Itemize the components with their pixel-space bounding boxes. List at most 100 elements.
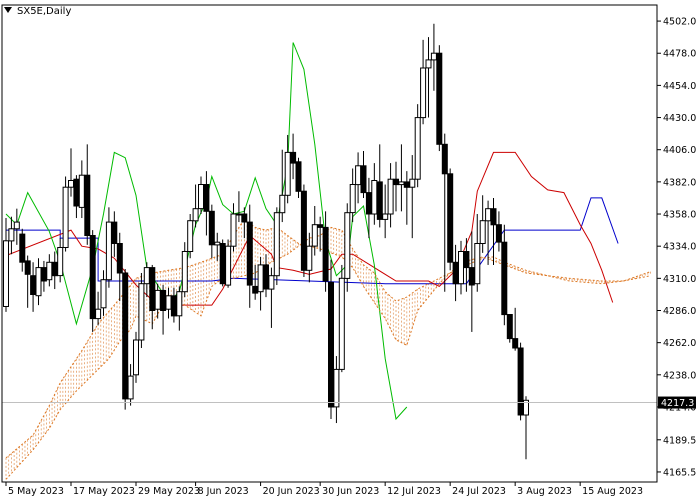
candle-bull xyxy=(268,275,275,290)
candle-bear xyxy=(24,260,31,275)
candle-bull xyxy=(355,165,362,186)
candle-bull xyxy=(333,368,340,408)
candle-bull xyxy=(214,241,221,246)
candle-bear xyxy=(441,143,448,175)
candle-bull xyxy=(382,213,389,220)
candle-bear xyxy=(84,174,91,236)
candle-bull xyxy=(474,243,481,285)
candle-bear xyxy=(517,347,524,416)
candle-bull xyxy=(398,181,405,186)
chart: 4502.0 4478.0 4454.0 4430.0 4406.0 4382.0 4358… xyxy=(0,0,700,500)
candle-bear xyxy=(512,338,519,349)
candle-bear xyxy=(208,210,215,246)
candle-bear xyxy=(468,267,475,286)
candle-bear xyxy=(501,241,508,316)
candle-bear xyxy=(403,181,410,188)
candle-bull xyxy=(458,251,464,285)
candle-bear xyxy=(149,267,156,312)
price-tag-label: 4217.3 xyxy=(661,398,694,409)
candle-bear xyxy=(452,261,459,285)
candle-bear xyxy=(170,295,177,317)
candle-bear xyxy=(89,235,96,320)
candle-bear xyxy=(73,178,80,207)
candle-bear xyxy=(30,275,37,296)
x-tick-label: 24 Jul 2023 xyxy=(452,486,506,497)
x-tick-label: 20 Jun 2023 xyxy=(263,486,320,497)
candle-bear xyxy=(122,272,129,400)
candle-bull xyxy=(225,245,232,286)
candle-bear xyxy=(495,224,502,243)
x-tick-label: 12 Jul 2023 xyxy=(387,486,441,497)
candle-bear xyxy=(295,161,302,192)
candle-bull xyxy=(257,264,264,293)
candle-bull xyxy=(409,178,416,188)
candle-bull xyxy=(371,180,378,215)
candle-bear xyxy=(203,184,210,212)
candle-bull xyxy=(68,180,74,188)
candle-bull xyxy=(187,220,194,252)
y-tick-label: 4502.0 xyxy=(663,17,696,28)
x-tick-label: 17 May 2023 xyxy=(73,486,135,497)
y-tick-label: 4238.0 xyxy=(663,370,696,381)
candle-bear xyxy=(322,226,329,282)
candle-bull xyxy=(430,52,437,61)
candle-bear xyxy=(19,233,26,263)
candle-bear xyxy=(376,181,383,220)
candle-bull xyxy=(13,221,20,230)
candle-bull xyxy=(349,184,356,214)
candle-bear xyxy=(447,173,454,263)
candle-bull xyxy=(414,117,421,180)
candles xyxy=(3,23,529,460)
candle-bear xyxy=(160,289,167,311)
x-tick-label: 15 Aug 2023 xyxy=(582,486,643,497)
y-tick-label: 4382.0 xyxy=(663,177,696,188)
candle-bull xyxy=(154,289,161,310)
candle-bear xyxy=(241,213,248,223)
candle-bull xyxy=(35,267,42,297)
candle-bear xyxy=(436,52,443,145)
candle-bear xyxy=(317,224,324,228)
y-tick-label: 4165.5 xyxy=(663,467,696,478)
candle-bull xyxy=(57,247,64,277)
candle-bull xyxy=(284,151,291,196)
candle-bear xyxy=(219,243,226,285)
candle-bull xyxy=(338,277,345,370)
chart-title: SX5E,Daily xyxy=(17,6,71,17)
candle-bull xyxy=(105,221,112,281)
candle-bull xyxy=(46,261,53,281)
candle-bear xyxy=(393,178,399,186)
candle-bull xyxy=(176,291,183,317)
candle-bear xyxy=(463,251,470,269)
candle-bull xyxy=(8,228,15,242)
candle-bull xyxy=(425,59,432,69)
candle-bull xyxy=(165,295,172,310)
candle-bear xyxy=(300,190,307,271)
candle-bull xyxy=(78,174,85,208)
candle-bear xyxy=(328,281,334,408)
candle-bull xyxy=(100,279,107,309)
x-tick-label: 5 May 2023 xyxy=(8,486,64,497)
candle-bear xyxy=(490,208,497,226)
x-tick-label: 3 Aug 2023 xyxy=(517,486,572,497)
candle-bull xyxy=(198,184,204,210)
plot-frame xyxy=(1,4,658,483)
candle-bull xyxy=(95,308,102,320)
x-tick-label: 30 Jun 2023 xyxy=(322,486,379,497)
candle-bull xyxy=(344,212,351,279)
menu-triangle-icon[interactable] xyxy=(4,7,12,13)
candle-bull xyxy=(143,267,150,285)
candle-bull xyxy=(420,67,427,119)
y-tick-label: 4189.5 xyxy=(663,435,696,446)
candle-bull xyxy=(273,212,280,277)
candle-bull xyxy=(181,251,188,293)
candle-bear xyxy=(506,314,513,340)
candle-bull xyxy=(127,375,134,400)
candle-bull xyxy=(387,178,394,215)
y-tick-label: 4406.0 xyxy=(663,145,696,156)
candle-bull xyxy=(311,224,318,247)
candle-bull xyxy=(133,339,139,376)
candle-bull xyxy=(230,213,237,247)
y-tick-label: 4262.0 xyxy=(663,338,696,349)
y-tick-label: 4430.0 xyxy=(663,113,696,124)
candle-bear xyxy=(51,261,58,277)
